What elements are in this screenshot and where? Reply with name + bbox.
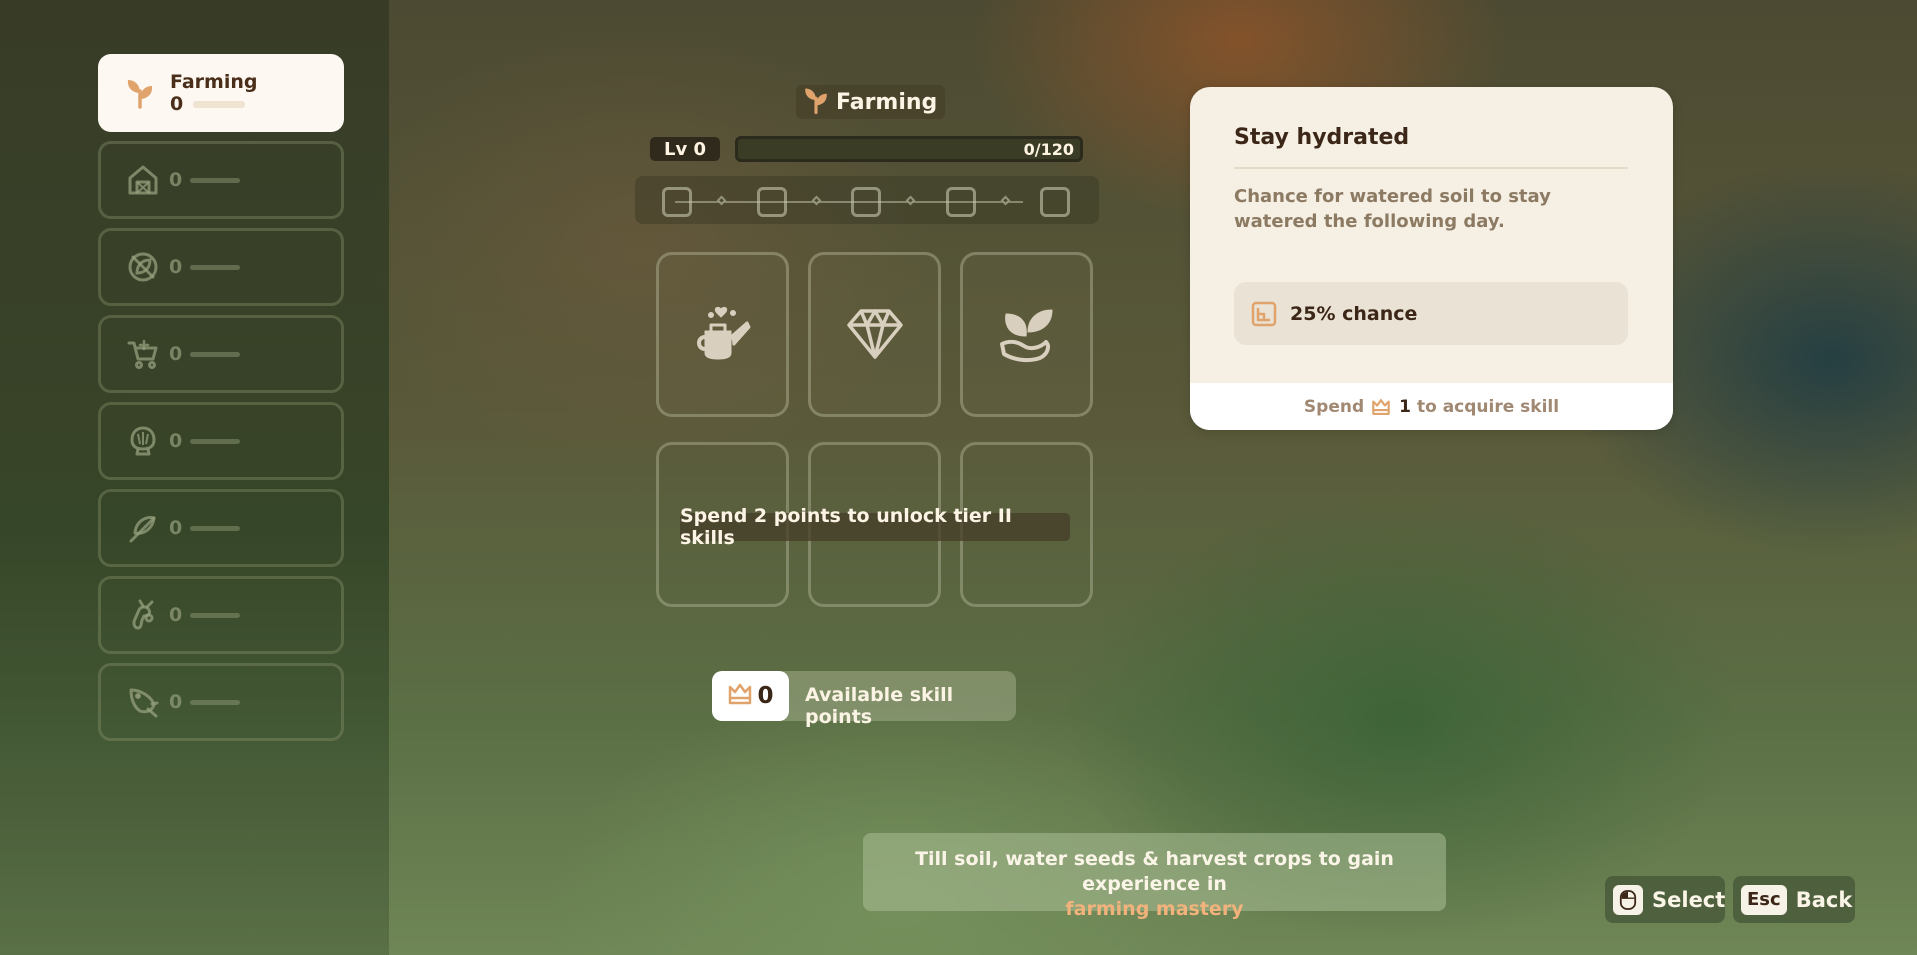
sidebar-item-level: 0 (169, 430, 183, 452)
milestone-track (635, 176, 1099, 224)
skill-stat: 25% chance (1234, 282, 1628, 345)
acquire-skill-footer: Spend 1 to acquire skill (1190, 383, 1673, 430)
select-control[interactable]: Select (1605, 876, 1725, 923)
sprout-icon (800, 84, 832, 120)
sidebar-item-progress (190, 612, 241, 618)
feather-icon (123, 508, 163, 548)
skill-card-leaf-hand[interactable] (960, 252, 1093, 417)
milestone-slot (946, 187, 976, 217)
crown-icon (727, 681, 753, 711)
sidebar-item-crafting[interactable]: 0 (98, 489, 344, 567)
watering-can-icon (691, 301, 755, 369)
sprout-icon (120, 73, 160, 113)
hint-text: Till soil, water seeds & harvest crops t… (915, 848, 1394, 895)
skill-title: Farming (796, 84, 946, 120)
sidebar-item-progress (190, 699, 241, 705)
barn-icon (123, 160, 163, 200)
sidebar-item-progress (190, 525, 241, 531)
acquire-suffix: to acquire skill (1416, 396, 1560, 417)
sidebar-item-label: Farming (170, 71, 258, 93)
sidebar-item-progress (190, 351, 241, 357)
sidebar-item-progress (193, 100, 246, 108)
cart-icon (123, 334, 163, 374)
divider (1234, 167, 1628, 169)
sidebar-item-level: 0 (169, 517, 183, 539)
milestone-slot (662, 187, 692, 217)
milestone-slot (851, 187, 881, 217)
sidebar-item-level: 0 (169, 343, 183, 365)
sidebar-item-progress (190, 177, 241, 183)
sidebar-item-fishing[interactable]: 0 (98, 663, 344, 741)
sidebar-item-level: 0 (169, 604, 183, 626)
skill-title-label: Farming (836, 89, 938, 115)
sidebar-item-level: 0 (169, 691, 183, 713)
leaf-disabled-icon (123, 247, 163, 287)
sidebar-item-progress (190, 264, 241, 270)
select-label: Select (1652, 887, 1726, 912)
milestone-marker (811, 195, 822, 206)
skill-description: Chance for watered soil to stay watered … (1234, 186, 1551, 232)
tier-lock-message: Spend 2 points to unlock tier II skills (680, 505, 1070, 549)
sidebar-item-shell[interactable]: 0 (98, 402, 344, 480)
skill-points-count: 0 (757, 683, 774, 709)
sidebar-item-foraging[interactable]: 0 (98, 228, 344, 306)
available-skill-points: 0 Available skill points (712, 671, 1016, 728)
sidebar-item-level: 0 (169, 169, 183, 191)
milestone-marker (716, 195, 727, 206)
milestone-marker (1000, 195, 1011, 206)
skill-detail-panel: Stay hydrated Chance for watered soil to… (1190, 87, 1673, 430)
sidebar-item-progress (190, 438, 241, 444)
mouse-left-click-icon (1613, 884, 1643, 915)
back-label: Back (1795, 887, 1853, 912)
gem-icon (845, 303, 905, 367)
stat-chart-icon (1250, 300, 1278, 328)
milestone-marker (905, 195, 916, 206)
acquire-prefix: Spend (1303, 396, 1365, 417)
skill-card-gem[interactable] (808, 252, 941, 417)
back-control[interactable]: Esc Back (1733, 876, 1855, 923)
skill-name: Stay hydrated (1234, 125, 1410, 150)
skill-points-label: Available skill points (805, 684, 954, 728)
seashell-icon (123, 421, 163, 461)
skill-stat-value: 25% chance (1290, 302, 1418, 325)
experience-hint: Till soil, water seeds & harvest crops t… (863, 833, 1446, 920)
leaf-hand-icon (996, 302, 1058, 368)
level-badge: Lv 0 (650, 137, 720, 161)
sidebar-item-farming[interactable]: Farming 0 (98, 54, 344, 132)
skill-category-sidebar: Farming 0 0 0 0 0 0 0 0 (0, 0, 389, 955)
xp-value: 0/120 (1023, 140, 1074, 159)
crown-icon (1371, 397, 1391, 417)
skill-points-counter: 0 (712, 671, 789, 721)
sidebar-item-trading[interactable]: 0 (98, 315, 344, 393)
bug-icon (123, 595, 163, 635)
esc-key: Esc (1741, 884, 1787, 915)
sidebar-item-barn[interactable]: 0 (98, 141, 344, 219)
fish-icon (123, 682, 163, 722)
sidebar-item-level: 0 (169, 256, 183, 278)
milestone-slot (757, 187, 787, 217)
skill-card-stay-hydrated[interactable] (656, 252, 789, 417)
milestone-slot (1040, 187, 1070, 217)
hint-highlight: farming mastery (1065, 898, 1244, 920)
sidebar-item-bug-catching[interactable]: 0 (98, 576, 344, 654)
acquire-cost: 1 (1399, 396, 1411, 417)
sidebar-item-level: 0 (170, 93, 184, 115)
xp-progress-bar: 0/120 (735, 136, 1083, 162)
